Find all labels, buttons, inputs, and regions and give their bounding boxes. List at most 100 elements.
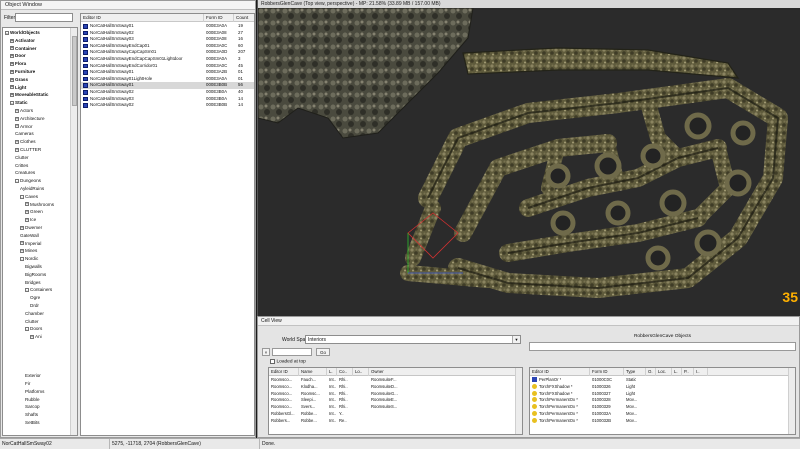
tree-item[interactable]: + Mines [20,248,37,255]
collapse-icon[interactable]: - [5,30,9,35]
column-cell-name[interactable]: Name [299,368,327,376]
column-obj-loc[interactable]: Loc. [656,368,672,376]
tree-item[interactable]: Bridges [25,280,41,287]
expand-icon[interactable]: + [10,46,14,51]
expand-icon[interactable]: + [15,139,19,144]
expand-icon[interactable]: + [30,334,34,339]
collapse-icon[interactable]: - [10,100,14,105]
table-row[interactable]: TorchFXShadow * 01000327 Light [530,390,795,398]
table-row[interactable]: Roomsco... Fauch... Int.. Rhi.. RoomsuiteF..… [269,377,522,384]
tree-item[interactable]: + Ice [25,217,36,224]
tree-item[interactable]: Fir [25,381,30,388]
tree-item[interactable]: Ogre [30,295,40,302]
go-button[interactable]: Go [316,348,330,356]
collapse-icon[interactable]: - [25,288,29,293]
list-item[interactable]: NorCatHallSmSway02 000E3B0B 14 [81,102,254,109]
object-category-tree[interactable]: - WorldObjects + Activator + Container + Door + F… [2,27,78,436]
tree-item[interactable]: - Nordic [20,256,38,263]
table-row[interactable]: TorchPermanentOx * 01000328 Mov... [530,397,795,404]
list-item[interactable]: NorCatHallSmSway02 000E3A08 27 [81,30,254,37]
column-obj-l[interactable]: L. [672,368,682,376]
column-cell-editor-id[interactable]: Editor ID [269,368,299,376]
expand-icon[interactable]: + [25,210,29,215]
column-obj-p[interactable]: P.. [682,368,694,376]
tree-item[interactable]: Shafts [25,412,38,419]
3d-viewport[interactable] [258,8,800,316]
expand-icon[interactable]: + [25,217,29,222]
expand-icon[interactable]: + [20,249,24,254]
table-row[interactable]: TorchPermanentOx * 0100032A Mov... [530,411,795,418]
tree-item[interactable]: GateWall [20,233,39,240]
tree-item[interactable]: + MoveableStatic [10,92,48,99]
tree-item[interactable]: + Flora [10,61,26,68]
tree-item[interactable]: + Green [25,209,43,216]
column-obj-o[interactable]: O. [646,368,656,376]
expand-icon[interactable]: + [20,225,24,230]
expand-icon[interactable]: + [20,241,24,246]
loaded-at-top-checkbox[interactable] [270,359,275,364]
close-icon[interactable]: × [262,348,270,356]
cell-objects-list[interactable]: Editor ID Form ID Type O. Loc. L. P.. I.… [529,367,796,435]
column-obj-type[interactable]: Type [624,368,646,376]
table-row[interactable]: TorchPermanentOx * 0100032B Mov... [530,417,795,425]
tree-item[interactable]: Cameras [15,131,34,138]
list-item[interactable]: NorCatHallSmSwayEndCap01 000E3A0C 60 [81,43,254,50]
table-row[interactable]: TorchPermanentOx * 01000329 Mov... [530,404,795,411]
column-cell-l[interactable]: L. [327,368,337,376]
tree-item[interactable]: + Armor [15,124,33,131]
tree-item[interactable]: Creatures [15,170,35,177]
object-list[interactable]: Editor ID Form ID Count NorCatHallSmSway… [80,13,255,436]
column-cell-lo[interactable]: Lo.. [353,368,369,376]
column-form-id[interactable]: Form ID [204,14,234,22]
table-row[interactable]: TorchFXShadow * 01000326 Light [530,383,795,391]
tree-item[interactable]: AyleidRuins [20,186,44,193]
column-count[interactable]: Count [234,14,254,22]
column-obj-editor-id[interactable]: Editor ID [530,368,590,376]
tree-item[interactable]: + Imperial [20,241,41,248]
collapse-icon[interactable]: - [25,327,29,332]
expand-icon[interactable]: + [15,147,19,152]
tree-item[interactable]: Chamber [25,311,44,318]
tree-item[interactable]: - Static [10,100,28,107]
tree-item[interactable]: Clutter [25,319,39,326]
expand-icon[interactable]: + [10,69,14,74]
column-obj-i[interactable]: I.. [694,368,708,376]
collapse-icon[interactable]: - [20,194,24,199]
expand-icon[interactable]: + [10,93,14,98]
list-item[interactable]: NorCatHallSmSway03 000E3A08 16 [81,36,254,43]
list-item[interactable]: NorCatHallSmSwayEndCapCapSm01Lightdoor 00… [81,56,254,63]
column-editor-id[interactable]: Editor ID [81,14,204,22]
tree-item[interactable]: + Light [10,85,26,92]
tree-item[interactable]: + Dwemer [20,225,42,232]
list-item[interactable]: NorCatHallSmSwayEndCorridor01 000E3A0C 45 [81,63,254,70]
filter-input[interactable] [15,13,73,22]
tree-item[interactable]: + Grass [10,77,28,84]
tree-item[interactable]: Platforms [25,389,44,396]
chevron-down-icon[interactable]: ▼ [512,336,520,343]
tree-item[interactable]: + Door [10,53,26,60]
tree-item[interactable]: - WorldObjects [5,30,40,37]
column-obj-form-id[interactable]: Form ID [590,368,624,376]
list-item[interactable]: NorCatHallSmSway01LightHole 000E3A0A 01 [81,76,254,83]
cell-objects-filter[interactable] [529,342,796,351]
world-space-select[interactable]: Interiors ▼ [305,335,521,344]
tree-item[interactable]: Clutter [15,155,29,162]
tree-scrollbar[interactable] [70,28,77,435]
tree-item[interactable]: + Architecture [15,116,45,123]
expand-icon[interactable]: + [10,54,14,59]
table-row[interactable]: Roomsco... Klodha... Int.. Rhi.. RoomsuiteD.… [269,384,522,391]
list-item[interactable]: NorCatHallSmSway01 000E3A0A 19 [81,23,254,30]
table-row[interactable]: Robbers... Robbe... Int.. Re.. [269,418,522,425]
collapse-icon[interactable]: - [20,256,24,261]
tree-item[interactable]: Drdr [30,303,39,310]
table-row[interactable]: Roomsco... Svers... Int.. Rhi.. RoomsuiteS..… [269,404,522,411]
list-item[interactable]: NorCatHallSmSway01 000E3B0B 56 [81,82,254,89]
collapse-icon[interactable]: - [15,178,19,183]
expand-icon[interactable]: + [10,77,14,82]
expand-icon[interactable]: + [15,116,19,121]
tree-item[interactable]: BigRooms [25,272,46,279]
expand-icon[interactable]: + [10,61,14,66]
tree-item[interactable]: - Doors [25,326,42,333]
tree-item[interactable]: + Container [10,46,36,53]
tree-item[interactable]: Bigwalls [25,264,42,271]
